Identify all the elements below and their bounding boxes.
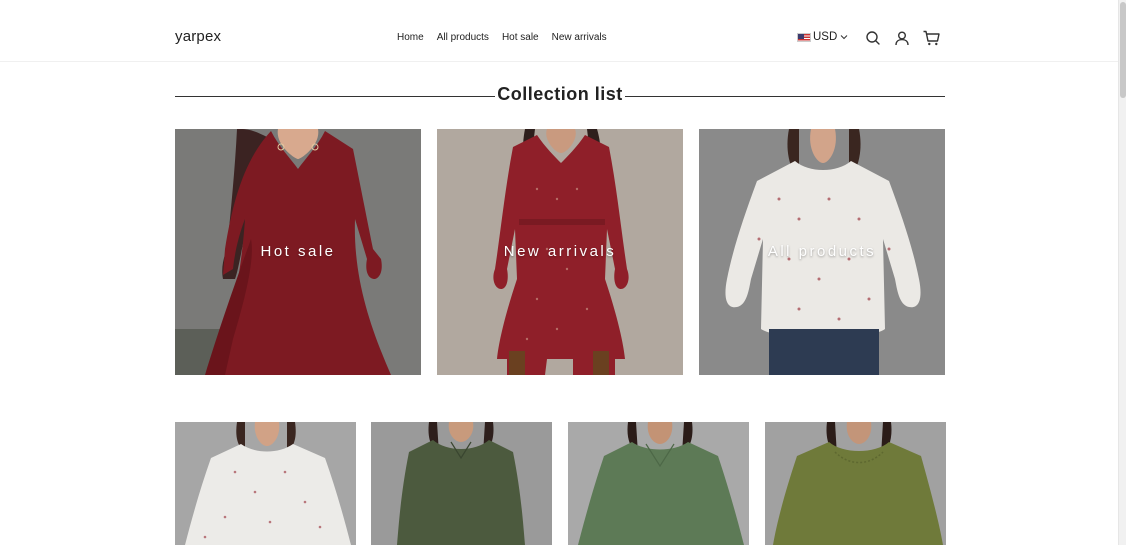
nav-item-new-arrivals[interactable]: New arrivals	[552, 32, 607, 43]
collection-label: Hot sale	[260, 243, 336, 260]
search-icon[interactable]	[864, 29, 882, 47]
account-icon[interactable]	[893, 29, 911, 47]
green-knit-dress-image	[371, 422, 552, 545]
site-header: yarpex Home All products Hot sale New ar…	[0, 0, 1118, 62]
section-title: Collection list	[497, 84, 623, 104]
main-nav: Home All products Hot sale New arrivals	[397, 32, 607, 43]
collection-card-all-products[interactable]: All products	[699, 129, 945, 375]
currency-label: USD	[813, 31, 838, 43]
product-card-floral-sweater[interactable]	[175, 422, 356, 545]
currency-selector[interactable]: USD	[797, 31, 849, 43]
collection-list-heading: Collection list	[175, 82, 945, 110]
collection-label: New arrivals	[503, 243, 617, 260]
us-flag-icon	[797, 32, 811, 42]
product-card-green-tunic[interactable]	[568, 422, 749, 545]
green-tunic-image	[568, 422, 749, 545]
floral-sweater-image	[175, 422, 356, 545]
nav-item-hot-sale[interactable]: Hot sale	[502, 32, 539, 43]
nav-item-all-products[interactable]: All products	[437, 32, 489, 43]
collection-card-new-arrivals[interactable]: New arrivals	[437, 129, 683, 375]
product-card-olive-sweater[interactable]	[765, 422, 946, 545]
product-card-green-knit-dress[interactable]	[371, 422, 552, 545]
olive-sweater-image	[765, 422, 946, 545]
collection-card-hot-sale[interactable]: Hot sale	[175, 129, 421, 375]
scrollbar-thumb[interactable]	[1120, 2, 1126, 98]
cart-icon[interactable]	[922, 29, 941, 47]
nav-item-home[interactable]: Home	[397, 32, 424, 43]
page-scrollbar[interactable]	[1118, 0, 1126, 545]
chevron-down-icon	[840, 35, 848, 40]
title-divider-right	[625, 96, 945, 97]
collection-label: All products	[767, 243, 877, 260]
site-logo[interactable]: yarpex	[175, 28, 221, 45]
